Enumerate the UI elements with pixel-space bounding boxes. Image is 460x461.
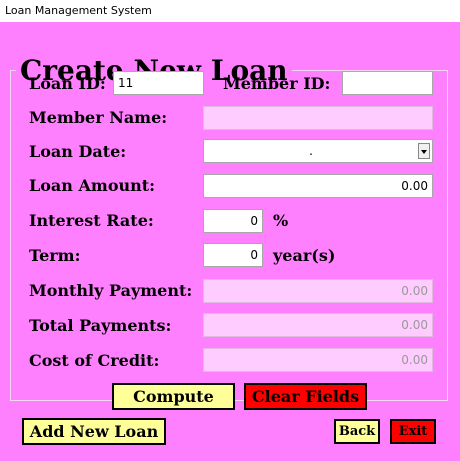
window-title: Loan Management System [5, 4, 152, 17]
monthly-payment-field: 0.00 [203, 279, 433, 303]
interest-rate-unit: % [273, 211, 289, 230]
monthly-payment-label: Monthly Payment: [29, 281, 193, 300]
loan-date-picker[interactable]: . [203, 139, 433, 163]
member-id-input[interactable] [342, 71, 433, 95]
dropdown-arrow-icon[interactable] [418, 143, 430, 159]
form-panel: Create New Loan Loan ID: 11 Member ID: M… [0, 22, 460, 461]
interest-rate-input[interactable]: 0 [203, 209, 263, 233]
term-label: Term: [29, 246, 81, 265]
total-payments-field: 0.00 [203, 313, 433, 337]
add-new-loan-button[interactable]: Add New Loan [22, 418, 166, 445]
cost-of-credit-field: 0.00 [203, 348, 433, 372]
back-button[interactable]: Back [334, 419, 380, 444]
loan-amount-input[interactable]: 0.00 [203, 174, 433, 198]
member-name-label: Member Name: [29, 108, 168, 127]
term-input[interactable]: 0 [203, 243, 263, 267]
interest-rate-label: Interest Rate: [29, 211, 154, 230]
loan-amount-label: Loan Amount: [29, 176, 156, 195]
total-payments-label: Total Payments: [29, 316, 172, 335]
clear-fields-button[interactable]: Clear Fields [244, 383, 367, 410]
member-name-field [203, 106, 433, 130]
compute-button[interactable]: Compute [112, 383, 235, 410]
loan-date-value: . [309, 144, 313, 158]
loan-id-input[interactable]: 11 [113, 71, 204, 95]
loan-date-label: Loan Date: [29, 142, 127, 161]
exit-button[interactable]: Exit [390, 419, 436, 444]
term-unit: year(s) [273, 246, 336, 265]
title-bar: Loan Management System [0, 0, 460, 22]
loan-id-label: Loan ID: [29, 74, 106, 93]
member-id-label: Member ID: [223, 74, 331, 93]
cost-of-credit-label: Cost of Credit: [29, 351, 160, 370]
